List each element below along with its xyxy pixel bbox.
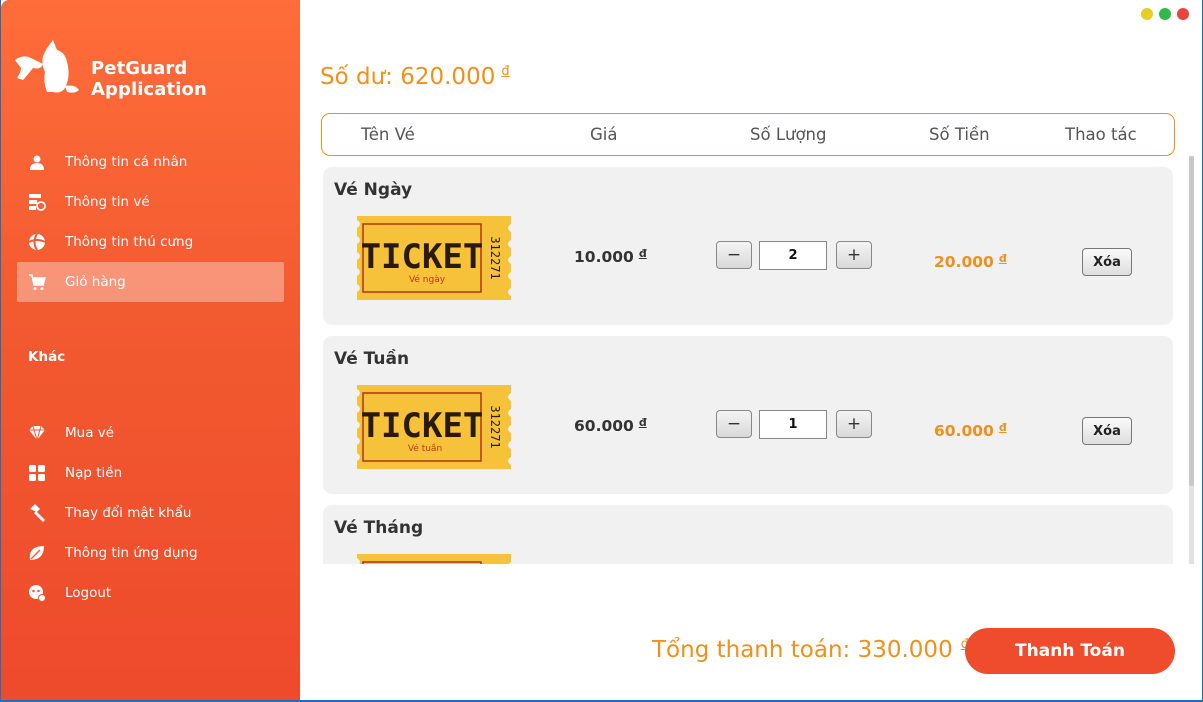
sidebar-item-label: Mua vé (65, 425, 115, 441)
total-value: Tổng thanh toán: 330.000 (652, 637, 953, 663)
sidebar-item-personal-info[interactable]: Thông tin cá nhân (17, 142, 284, 182)
cart-item: Vé Tuần TICKET Vé tuần 312271 60.000 đ − … (323, 336, 1173, 494)
ticket-serial: 312271 (488, 236, 502, 279)
sidebar-item-logout[interactable]: Logout (17, 573, 284, 613)
ticket-amount: 60.000 đ (934, 421, 1007, 440)
cart-list: Vé Ngày TICKET Vé ngày 312271 10.000 đ − … (321, 160, 1183, 564)
cart-item: Vé Tháng (323, 505, 1173, 564)
decrease-quantity-button[interactable]: − (716, 410, 752, 438)
price-value: 60.000 (574, 417, 634, 435)
close-button[interactable] (1177, 8, 1189, 20)
amount-value: 20.000 (934, 253, 994, 271)
sidebar: PetGuard Application Thông tin cá nhân T… (1, 0, 300, 700)
column-header-amount: Số Tiền (929, 125, 990, 144)
sidebar-item-label: Thông tin thú cưng (65, 234, 194, 250)
ticket-subtitle: Vé ngày (409, 274, 446, 285)
balance-display: Số dư: 620.000 đ (320, 64, 510, 90)
pet-info-icon (27, 232, 47, 252)
column-header-price: Giá (590, 125, 618, 144)
ticket-name: Vé Tháng (334, 518, 424, 538)
ticket-name: Vé Ngày (334, 180, 413, 200)
column-header-name: Tên Vé (361, 125, 415, 144)
currency-symbol: đ (638, 416, 647, 429)
ticket-text: TICKET (361, 237, 484, 277)
diamond-icon (27, 423, 47, 443)
sidebar-item-buy-ticket[interactable]: Mua vé (17, 413, 284, 453)
column-header-quantity: Số Lượng (750, 125, 827, 144)
sidebar-item-cart[interactable]: Giỏ hàng (17, 262, 284, 302)
sidebar-item-label: Nạp tiền (65, 465, 123, 481)
ticket-name: Vé Tuần (334, 349, 410, 369)
hammer-icon (27, 503, 47, 523)
cat-hand-logo-icon (15, 40, 79, 93)
sidebar-menu-other: Mua vé Nạp tiền Thay đổi mật khẩu Thông … (17, 413, 284, 613)
delete-button[interactable]: Xóa (1082, 248, 1132, 276)
section-label-other: Khác (28, 349, 66, 365)
currency-symbol: đ (501, 64, 510, 79)
decrease-quantity-button[interactable]: − (716, 241, 752, 269)
leaf-icon (27, 543, 47, 563)
sidebar-menu: Thông tin cá nhân Thông tin vé Thông tin… (17, 142, 284, 302)
ticket-image: TICKET Vé tuần 312271 (357, 385, 511, 469)
user-icon (27, 152, 47, 172)
balance-value: Số dư: 620.000 (320, 64, 496, 90)
cart-table-header: Tên Vé Giá Số Lượng Số Tiền Thao tác (321, 113, 1175, 156)
increase-quantity-button[interactable]: + (836, 241, 872, 269)
ticket-image: TICKET Vé ngày 312271 (357, 216, 511, 300)
sidebar-item-label: Thông tin ứng dụng (65, 545, 198, 561)
app-window: PetGuard Application Thông tin cá nhân T… (1, 0, 1202, 700)
logout-icon (27, 583, 47, 603)
maximize-button[interactable] (1159, 8, 1171, 20)
delete-button[interactable]: Xóa (1082, 417, 1132, 445)
cart-item: Vé Ngày TICKET Vé ngày 312271 10.000 đ − … (323, 167, 1173, 325)
sidebar-item-top-up[interactable]: Nạp tiền (17, 453, 284, 493)
checkout-button[interactable]: Thanh Toán (965, 628, 1175, 674)
price-value: 10.000 (574, 248, 634, 266)
cart-icon (27, 272, 47, 292)
sidebar-item-label: Giỏ hàng (65, 274, 126, 290)
column-header-actions: Thao tác (1065, 125, 1137, 144)
quantity-input[interactable]: 2 (759, 241, 827, 270)
ticket-subtitle: Vé tuần (408, 443, 442, 454)
ticket-info-icon (27, 192, 47, 212)
amount-value: 60.000 (934, 422, 994, 440)
grid-icon (27, 463, 47, 483)
currency-symbol: đ (998, 252, 1007, 265)
total-payment: Tổng thanh toán: 330.000đ (652, 637, 969, 663)
ticket-text: TICKET (361, 406, 484, 446)
ticket-image (357, 554, 511, 564)
sidebar-item-app-info[interactable]: Thông tin ứng dụng (17, 533, 284, 573)
sidebar-item-change-password[interactable]: Thay đổi mật khẩu (17, 493, 284, 533)
ticket-price: 10.000 đ (574, 247, 647, 266)
increase-quantity-button[interactable]: + (836, 410, 872, 438)
currency-symbol: đ (998, 421, 1007, 434)
scrollbar-thumb[interactable] (1189, 156, 1194, 486)
sidebar-item-label: Thông tin cá nhân (65, 154, 188, 170)
ticket-price: 60.000 đ (574, 416, 647, 435)
minimize-button[interactable] (1141, 8, 1153, 20)
quantity-input[interactable]: 1 (759, 410, 827, 439)
ticket-serial: 312271 (488, 405, 502, 448)
ticket-amount: 20.000 đ (934, 252, 1007, 271)
sidebar-item-ticket-info[interactable]: Thông tin vé (17, 182, 284, 222)
sidebar-item-pet-info[interactable]: Thông tin thú cưng (17, 222, 284, 262)
app-title: PetGuard Application (91, 58, 207, 100)
cart-list-scrollbar[interactable] (1189, 156, 1194, 564)
sidebar-item-label: Thông tin vé (65, 194, 150, 210)
currency-symbol: đ (638, 247, 647, 260)
sidebar-item-label: Logout (65, 585, 112, 601)
sidebar-item-label: Thay đổi mật khẩu (65, 505, 192, 521)
